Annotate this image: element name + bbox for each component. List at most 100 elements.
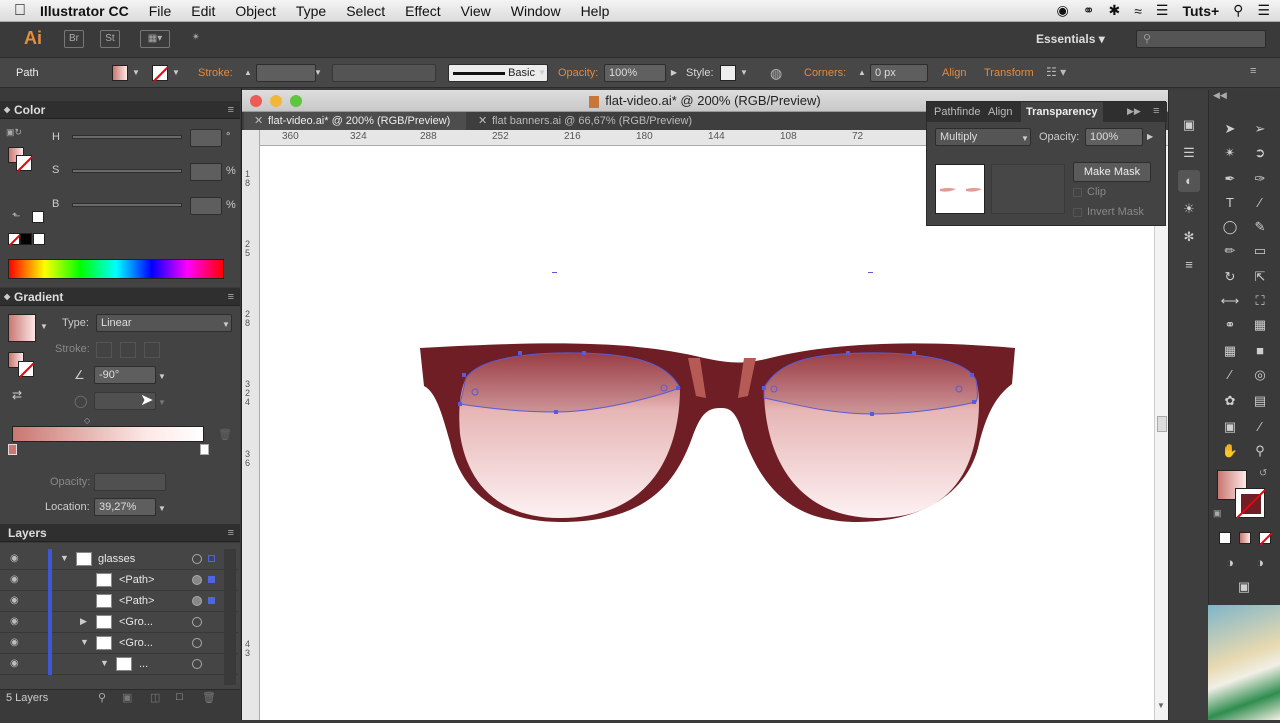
close-tab-icon[interactable]: ✕ bbox=[254, 112, 263, 130]
ellipse-tool-icon[interactable]: ◯ bbox=[1219, 216, 1241, 238]
menu-effect[interactable]: Effect bbox=[395, 0, 451, 22]
gradient-stop-left[interactable] bbox=[8, 444, 17, 455]
scroll-down-icon[interactable]: ▼ bbox=[1157, 701, 1165, 710]
flag-icon[interactable]: ☰ bbox=[1156, 2, 1169, 19]
sunglasses-artwork[interactable] bbox=[260, 146, 1154, 720]
swap-fill-stroke-icon[interactable]: ↺ bbox=[1259, 468, 1267, 479]
layer-name[interactable]: ... bbox=[139, 658, 148, 670]
pen-tool-icon[interactable]: ✒ bbox=[1219, 168, 1241, 190]
curvature-tool-icon[interactable]: ✑ bbox=[1249, 168, 1271, 190]
record-icon[interactable]: ◉ bbox=[1057, 2, 1069, 19]
layer-row[interactable]: ◉ ▼ ... bbox=[0, 654, 238, 675]
stroke-swatch[interactable] bbox=[152, 65, 169, 82]
transparency-panel-menu-icon[interactable]: ≡ bbox=[1153, 105, 1159, 117]
target-icon[interactable] bbox=[192, 554, 202, 564]
graphic-styles-panel-icon[interactable]: ✻ bbox=[1178, 226, 1200, 248]
collapse-tools-icon[interactable]: ◀◀ bbox=[1213, 90, 1227, 101]
make-mask-button[interactable]: Make Mask bbox=[1073, 162, 1151, 182]
expand-arrow-icon[interactable]: ▼ bbox=[80, 637, 89, 647]
hue-slider[interactable] bbox=[72, 135, 182, 139]
minimize-window-button[interactable] bbox=[270, 95, 282, 107]
vertical-scrollbar[interactable]: ▼ bbox=[1154, 146, 1168, 720]
color-spectrum-bar[interactable] bbox=[8, 259, 224, 279]
tab-pathfinder[interactable]: Pathfinde bbox=[929, 102, 985, 122]
vertical-ruler[interactable]: 1 8 2 5 2 8 3 2 4 3 6 4 3 bbox=[242, 130, 260, 720]
corners-field[interactable]: 0 px bbox=[870, 64, 928, 82]
pencil-tool-icon[interactable]: ✏ bbox=[1219, 240, 1241, 262]
target-icon[interactable] bbox=[192, 596, 202, 606]
blend-tool-icon[interactable]: ◎ bbox=[1249, 364, 1271, 386]
stock-button[interactable]: St bbox=[100, 30, 120, 48]
blend-mode-select[interactable]: Multiply bbox=[935, 128, 1031, 146]
stroke-across-icon[interactable] bbox=[144, 342, 160, 358]
column-graph-tool-icon[interactable]: ▤ bbox=[1249, 390, 1271, 412]
wifi-icon[interactable]: ≈ bbox=[1134, 3, 1142, 19]
brightness-field[interactable] bbox=[190, 197, 222, 215]
tools-stroke-swatch[interactable] bbox=[1235, 488, 1266, 519]
width-tool-icon[interactable]: ⟷ bbox=[1219, 290, 1241, 312]
rotate-tool-icon[interactable]: ↻ bbox=[1219, 266, 1241, 288]
target-icon[interactable] bbox=[192, 638, 202, 648]
layers-panel-header[interactable]: Layers ≡ bbox=[0, 524, 240, 542]
gradient-mode-button[interactable] bbox=[1239, 532, 1251, 544]
isolate-object-icon[interactable]: ☷ ▾ bbox=[1046, 65, 1066, 79]
type-tool-icon[interactable]: T bbox=[1219, 192, 1241, 214]
invert-mask-checkbox[interactable] bbox=[1073, 208, 1082, 217]
symbols-panel-icon[interactable]: ▣ bbox=[1178, 114, 1200, 136]
layer-name[interactable]: <Path> bbox=[119, 595, 154, 607]
color-panel-header[interactable]: ◆ Color ≡ bbox=[0, 101, 240, 119]
new-layer-icon[interactable]: □ bbox=[176, 691, 183, 703]
brush-definition-select[interactable]: Basic bbox=[448, 64, 548, 82]
selection-tool-icon[interactable]: ➤ bbox=[1219, 118, 1241, 140]
artboard-tool-icon[interactable]: ▣ bbox=[1219, 416, 1241, 438]
default-colors-icon[interactable]: ▣↻ bbox=[6, 127, 22, 138]
delete-layer-icon[interactable]: 🗑 bbox=[202, 691, 216, 704]
delete-stop-icon[interactable]: 🗑 bbox=[218, 428, 232, 441]
target-icon[interactable] bbox=[192, 659, 202, 669]
line-tool-icon[interactable]: ∕ bbox=[1249, 192, 1271, 214]
color-panel-menu-icon[interactable]: ≡ bbox=[228, 101, 234, 119]
tab-transparency[interactable]: Transparency bbox=[1021, 102, 1103, 122]
midpoint-diamond-icon[interactable]: ◇ bbox=[84, 416, 90, 425]
corners-stepper[interactable]: ▲ bbox=[856, 64, 868, 82]
gradient-preset-dropdown-icon[interactable]: ▼ bbox=[40, 322, 48, 331]
stop-opacity-field[interactable] bbox=[94, 473, 166, 491]
layer-row[interactable]: ◉ <Path> bbox=[0, 591, 238, 612]
target-icon[interactable] bbox=[192, 617, 202, 627]
expand-arrow-icon[interactable]: ▶ bbox=[80, 616, 87, 627]
selection-indicator[interactable] bbox=[208, 576, 215, 583]
perspective-grid-tool-icon[interactable]: ▦ bbox=[1249, 314, 1271, 336]
help-search-input[interactable]: ⚲ bbox=[1136, 30, 1266, 48]
brushes-panel-icon[interactable]: ≡ bbox=[1178, 254, 1200, 276]
swatches-panel-icon[interactable]: ☰ bbox=[1178, 142, 1200, 164]
corners-label[interactable]: Corners: bbox=[804, 67, 846, 79]
layer-row[interactable]: ◉ ▶ <Gro... bbox=[0, 612, 238, 633]
location-field[interactable]: 39,27% bbox=[94, 498, 156, 516]
menu-view[interactable]: View bbox=[451, 0, 501, 22]
menu-object[interactable]: Object bbox=[225, 0, 285, 22]
clip-checkbox[interactable] bbox=[1073, 188, 1082, 197]
saturation-slider[interactable] bbox=[72, 169, 182, 173]
layer-name[interactable]: <Path> bbox=[119, 574, 154, 586]
stroke-dropdown-icon[interactable]: ▼ bbox=[170, 64, 182, 82]
gradient-tool-icon[interactable]: ■ bbox=[1249, 340, 1271, 362]
bridge-button[interactable]: Br bbox=[64, 30, 84, 48]
transparency-panel-icon[interactable]: ◐ bbox=[1178, 170, 1200, 192]
layer-name[interactable]: <Gro... bbox=[119, 616, 153, 628]
collapse-icon[interactable]: ◆ bbox=[4, 288, 10, 306]
style-dropdown-icon[interactable]: ▼ bbox=[738, 64, 750, 82]
visibility-eye-icon[interactable]: ◉ bbox=[10, 637, 22, 649]
align-link[interactable]: Align bbox=[942, 67, 966, 79]
creative-cloud-icon[interactable]: ⚭ bbox=[1083, 2, 1095, 19]
target-icon[interactable] bbox=[192, 575, 202, 585]
web-safe-swatch[interactable] bbox=[32, 211, 44, 223]
tuts-label[interactable]: Tuts+ bbox=[1182, 3, 1219, 19]
menu-type[interactable]: Type bbox=[286, 0, 336, 22]
notification-icon[interactable]: ☰ bbox=[1257, 2, 1270, 19]
scroll-thumb[interactable] bbox=[1157, 416, 1167, 432]
visibility-eye-icon[interactable]: ◉ bbox=[10, 658, 22, 670]
collapse-panel-icon[interactable]: ▶▶ bbox=[1127, 106, 1141, 117]
stroke-weight-field[interactable] bbox=[256, 64, 316, 82]
apple-icon[interactable]:  bbox=[0, 2, 40, 20]
variable-width-profile[interactable] bbox=[332, 64, 436, 82]
